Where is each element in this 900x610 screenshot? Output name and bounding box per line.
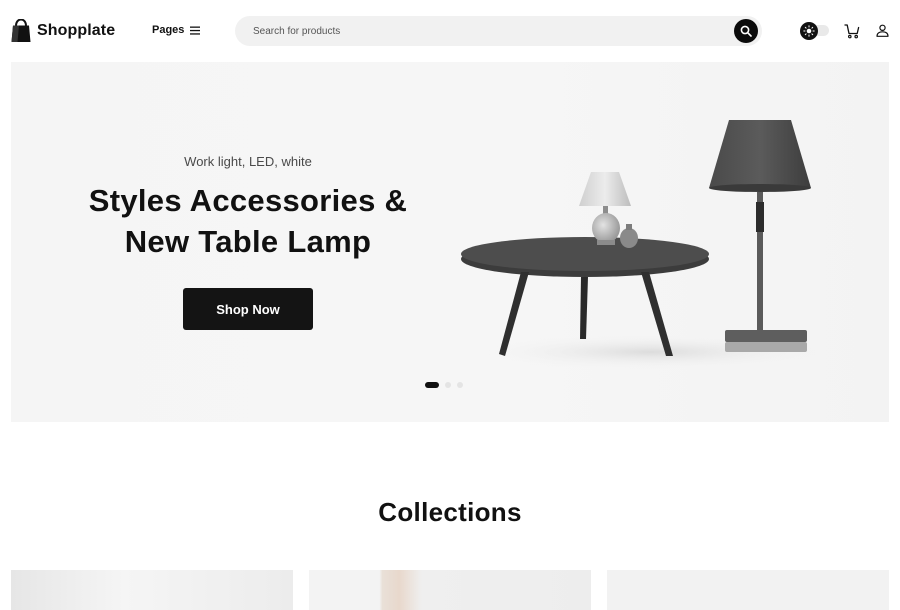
pages-menu-label: Pages	[152, 24, 185, 36]
cart-icon[interactable]	[844, 23, 860, 39]
theme-toggle[interactable]	[800, 22, 830, 40]
collections-heading: Collections	[378, 497, 522, 527]
shopping-bag-icon	[11, 19, 31, 42]
collection-card[interactable]	[11, 570, 293, 610]
shop-now-button[interactable]: Shop Now	[183, 288, 313, 330]
toggle-knob	[800, 22, 818, 40]
hero-banner: Work light, LED, white Styles Accessorie…	[11, 62, 889, 422]
carousel-dot-2[interactable]	[445, 382, 451, 388]
hero-eyebrow: Work light, LED, white	[184, 154, 312, 169]
carousel-dot-3[interactable]	[457, 382, 463, 388]
search-icon	[740, 25, 752, 37]
brand-logo[interactable]: Shopplate	[11, 19, 115, 43]
table-lamp-image	[461, 120, 831, 370]
brand-name: Shopplate	[37, 22, 116, 39]
hero-title-line-1: Styles Accessories &	[88, 183, 408, 218]
collection-card[interactable]	[607, 570, 889, 610]
carousel-dot-1[interactable]	[425, 382, 439, 388]
hero-title: Styles Accessories & New Table Lamp	[11, 180, 485, 262]
search-input[interactable]	[235, 16, 715, 46]
collection-card[interactable]	[309, 570, 591, 610]
hamburger-menu-icon	[190, 26, 201, 35]
user-icon[interactable]	[876, 24, 889, 37]
search-button[interactable]	[734, 19, 758, 43]
carousel-dots	[425, 382, 463, 388]
pages-menu[interactable]: Pages	[152, 24, 201, 36]
search-bar	[235, 16, 762, 46]
site-header: Shopplate Pages	[0, 0, 900, 62]
sun-icon	[803, 25, 815, 37]
hero-title-line-2: New Table Lamp	[124, 224, 372, 259]
